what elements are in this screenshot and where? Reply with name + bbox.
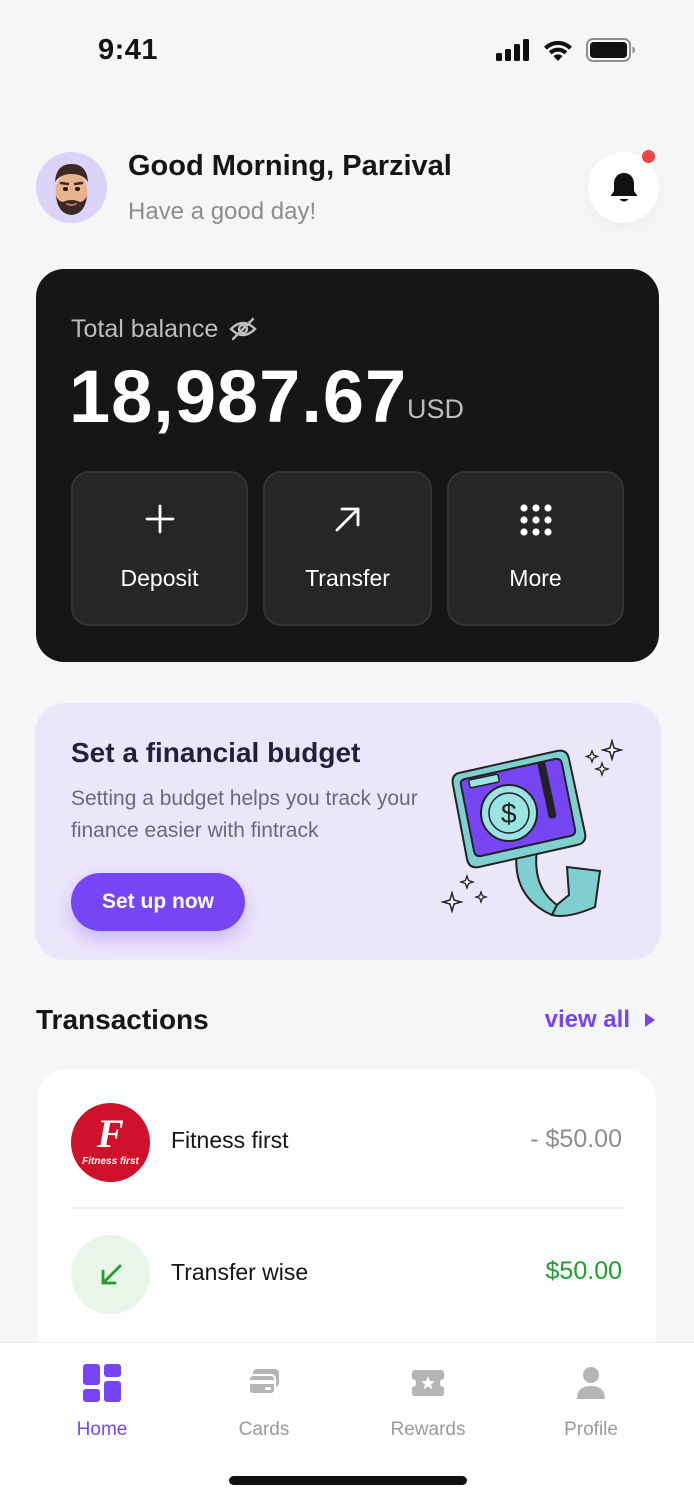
tab-home[interactable]: Home <box>37 1361 167 1441</box>
view-all-link[interactable]: view all <box>545 1006 656 1034</box>
balance-label: Total balance <box>71 315 219 343</box>
transactions-list: F Fitness first Fitness first - $50.00 T… <box>38 1070 656 1370</box>
budget-money-illustration-icon: $ <box>440 738 624 917</box>
greeting-subtitle: Have a good day! <box>128 198 317 225</box>
budget-promo-card: Set a financial budget Setting a budget … <box>35 703 661 960</box>
status-bar: 9:41 <box>0 0 694 100</box>
transaction-row[interactable]: Transfer wise $50.00 <box>71 1235 622 1315</box>
user-icon <box>577 1367 605 1399</box>
bell-icon <box>610 172 637 201</box>
fitness-first-logo: F Fitness first <box>71 1103 150 1182</box>
budget-description: Setting a budget helps you track your fi… <box>71 787 418 842</box>
grid-dots-icon <box>519 504 552 536</box>
deposit-label: Deposit <box>120 565 199 591</box>
set-up-now-button[interactable]: Set up now <box>71 873 245 931</box>
plus-icon <box>145 504 174 534</box>
balance-currency: USD <box>407 394 465 424</box>
notification-badge <box>640 148 657 165</box>
more-label: More <box>509 565 562 591</box>
tab-rewards[interactable]: Rewards <box>363 1361 493 1441</box>
cellular-signal-icon <box>496 39 529 61</box>
balance-card: Total balance 18,987.67 USD Deposit Tran… <box>36 269 659 662</box>
transaction-name: Transfer wise <box>171 1259 309 1285</box>
transaction-name: Fitness first <box>171 1127 289 1153</box>
transaction-row[interactable]: F Fitness first Fitness first - $50.00 <box>71 1103 622 1183</box>
caret-right-icon <box>645 1013 655 1027</box>
tab-profile-label: Profile <box>564 1419 618 1440</box>
fitness-first-logo-icon: F Fitness first <box>82 1111 139 1167</box>
transfer-label: Transfer <box>305 565 390 591</box>
more-button[interactable]: More <box>447 471 624 626</box>
tab-home-label: Home <box>76 1419 128 1440</box>
transactions-title: Transactions <box>36 1004 209 1035</box>
avatar-memoji-icon <box>55 164 88 215</box>
fitness-first-logo-caption: Fitness first <box>82 1156 139 1167</box>
balance-amount: 18,987.67 <box>69 355 408 438</box>
fitness-first-logo-letter: F <box>96 1111 124 1156</box>
home-grid-icon <box>83 1364 121 1402</box>
status-time: 9:41 <box>98 34 159 66</box>
tab-cards[interactable]: Cards <box>199 1361 329 1441</box>
battery-icon <box>586 38 635 62</box>
transactions-header: Transactions view all <box>36 1004 656 1044</box>
greeting-title: Good Morning, Parzival <box>128 150 452 182</box>
view-all-label: view all <box>544 1006 630 1033</box>
transaction-amount: $50.00 <box>545 1257 622 1285</box>
status-icons <box>496 38 636 62</box>
svg-text:$: $ <box>501 798 517 829</box>
avatar[interactable] <box>36 152 107 223</box>
cards-icon <box>248 1369 279 1395</box>
tab-rewards-label: Rewards <box>390 1419 466 1440</box>
eye-off-icon[interactable] <box>229 317 257 341</box>
transfer-button[interactable]: Transfer <box>263 471 432 626</box>
transfer-wise-logo <box>71 1235 150 1314</box>
tab-cards-label: Cards <box>238 1419 290 1440</box>
transaction-amount: - $50.00 <box>530 1125 622 1153</box>
wifi-icon <box>544 40 572 61</box>
divider <box>71 1207 622 1209</box>
tab-profile[interactable]: Profile <box>526 1361 656 1441</box>
arrow-down-left-icon <box>101 1264 121 1284</box>
arrow-up-right-icon <box>335 507 359 532</box>
home-indicator <box>229 1476 467 1485</box>
budget-title: Set a financial budget <box>71 737 361 768</box>
greeting-header: Good Morning, Parzival Have a good day! <box>36 148 660 225</box>
deposit-button[interactable]: Deposit <box>71 471 248 626</box>
ticket-icon <box>412 1370 444 1396</box>
